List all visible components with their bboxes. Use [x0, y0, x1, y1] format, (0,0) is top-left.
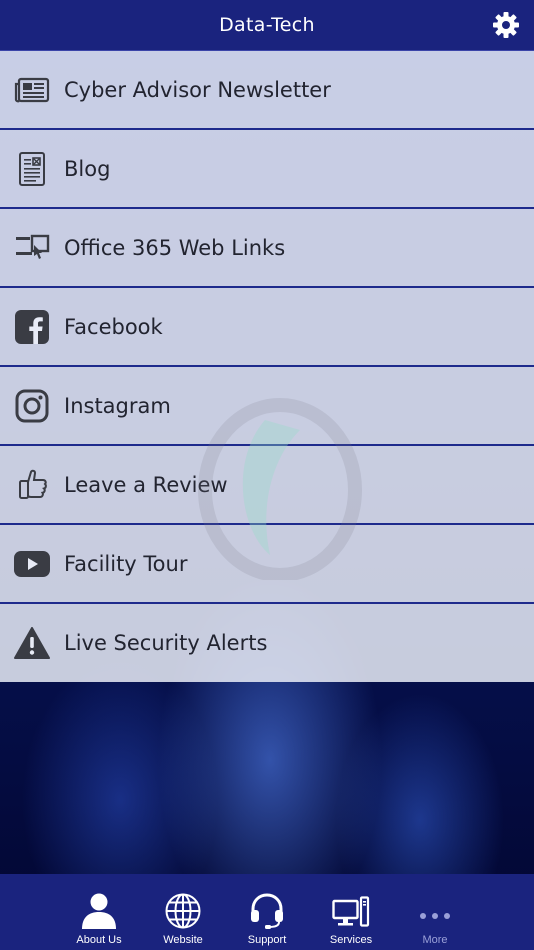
- web-links-icon: [14, 230, 50, 266]
- menu-item-label: Facility Tour: [64, 551, 188, 576]
- globe-icon: [161, 886, 205, 930]
- person-icon: [77, 886, 121, 930]
- app-header: Data-Tech: [0, 0, 534, 51]
- youtube-icon: [14, 546, 50, 582]
- tab-more[interactable]: More: [393, 874, 477, 950]
- tab-services[interactable]: Services: [309, 874, 393, 950]
- menu-item-label: Office 365 Web Links: [64, 235, 286, 260]
- menu-item-label: Live Security Alerts: [64, 631, 268, 655]
- page-title: Data-Tech: [219, 14, 315, 36]
- menu-item-instagram[interactable]: Instagram: [0, 367, 534, 446]
- menu-list: Cyber Advisor Newsletter Blog Office 365…: [0, 51, 534, 682]
- menu-item-security-alerts[interactable]: Live Security Alerts: [0, 604, 534, 682]
- warning-icon: [14, 625, 50, 661]
- tab-bar: About Us Website Support Services More: [0, 874, 534, 950]
- tab-support[interactable]: Support: [225, 874, 309, 950]
- instagram-icon: [14, 388, 50, 424]
- menu-item-label: Leave a Review: [64, 472, 228, 497]
- menu-item-facility-tour[interactable]: Facility Tour: [0, 525, 534, 604]
- tab-website[interactable]: Website: [141, 874, 225, 950]
- tab-label: More: [422, 934, 448, 946]
- facebook-icon: [14, 309, 50, 345]
- more-dots-icon: [413, 886, 457, 930]
- gear-icon[interactable]: [492, 11, 520, 39]
- tab-label: Support: [247, 934, 287, 946]
- tab-label: Website: [163, 934, 203, 946]
- tab-label: Services: [329, 934, 373, 946]
- thumbs-up-icon: [14, 467, 50, 503]
- headset-icon: [245, 886, 289, 930]
- menu-item-review[interactable]: Leave a Review: [0, 446, 534, 525]
- menu-item-label: Facebook: [64, 314, 163, 339]
- computer-icon: [329, 886, 373, 930]
- newspaper-icon: [14, 72, 50, 108]
- tab-label: About Us: [76, 934, 122, 946]
- menu-item-label: Instagram: [64, 393, 171, 418]
- menu-item-blog[interactable]: Blog: [0, 130, 534, 209]
- menu-item-label: Blog: [64, 156, 111, 181]
- document-icon: [14, 151, 50, 187]
- menu-item-label: Cyber Advisor Newsletter: [64, 77, 331, 102]
- menu-item-facebook[interactable]: Facebook: [0, 288, 534, 367]
- tab-about-us[interactable]: About Us: [57, 874, 141, 950]
- menu-item-newsletter[interactable]: Cyber Advisor Newsletter: [0, 51, 534, 130]
- menu-item-office365[interactable]: Office 365 Web Links: [0, 209, 534, 288]
